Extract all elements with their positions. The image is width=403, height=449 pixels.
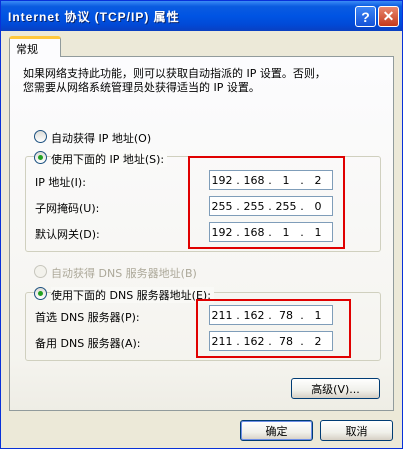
subnet-octet-3[interactable]: 255: [274, 200, 298, 213]
auto-ip-label[interactable]: 自动获得 IP 地址(O): [51, 130, 151, 146]
tab-general[interactable]: 常规: [9, 36, 61, 57]
preferred-dns-octet-1[interactable]: 211: [210, 309, 234, 322]
close-button[interactable]: ✕: [378, 6, 399, 27]
ip-dot: .: [268, 225, 272, 239]
auto-dns-radio: [34, 265, 47, 278]
alternate-dns-octet-1[interactable]: 211: [210, 335, 234, 348]
ip-dot: .: [236, 308, 240, 322]
auto-ip-radio[interactable]: [34, 130, 47, 143]
ip-dot: .: [268, 334, 272, 348]
ip-dot: .: [300, 225, 304, 239]
preferred-dns-field[interactable]: 211. 162. 78. 1: [209, 305, 333, 325]
ip-dot: .: [300, 308, 304, 322]
ip-dot: .: [300, 199, 304, 213]
ip-address-octet-4[interactable]: 2: [306, 174, 330, 187]
cancel-button[interactable]: 取消: [320, 420, 393, 441]
ip-dot: .: [236, 173, 240, 187]
help-icon: ?: [361, 8, 370, 25]
subnet-mask-field[interactable]: 255. 255. 255. 0: [209, 196, 333, 216]
manual-dns-label[interactable]: 使用下面的 DNS 服务器地址(E):: [51, 287, 214, 303]
gateway-octet-3[interactable]: 1: [274, 226, 298, 239]
alternate-dns-octet-3[interactable]: 78: [274, 335, 298, 348]
alternate-dns-octet-4[interactable]: 2: [306, 335, 330, 348]
ip-address-octet-1[interactable]: 192: [210, 174, 234, 187]
default-gateway-label: 默认网关(D):: [35, 228, 100, 241]
alternate-dns-octet-2[interactable]: 162: [242, 335, 266, 348]
ip-dot: .: [236, 199, 240, 213]
advanced-button[interactable]: 高级(V)...: [291, 378, 380, 399]
ok-button[interactable]: 确定: [240, 420, 313, 441]
advanced-button-label: 高级(V)...: [311, 382, 360, 396]
preferred-dns-octet-4[interactable]: 1: [306, 309, 330, 322]
default-gateway-field[interactable]: 192. 168. 1. 1: [209, 222, 333, 242]
manual-ip-radio[interactable]: [34, 151, 47, 164]
subnet-octet-4[interactable]: 0: [306, 200, 330, 213]
ip-address-field[interactable]: 192. 168. 1. 2: [209, 170, 333, 190]
title-bar[interactable]: Internet 协议 (TCP/IP) 属性 ? ✕: [1, 1, 402, 31]
manual-ip-label[interactable]: 使用下面的 IP 地址(S):: [51, 151, 168, 167]
gateway-octet-1[interactable]: 192: [210, 226, 234, 239]
window-title: Internet 协议 (TCP/IP) 属性: [8, 10, 180, 24]
preferred-dns-octet-3[interactable]: 78: [274, 309, 298, 322]
ip-dot: .: [268, 199, 272, 213]
ip-dot: .: [300, 173, 304, 187]
description-line-2: 您需要从网络系统管理员处获得适当的 IP 设置。: [23, 81, 260, 94]
alternate-dns-label: 备用 DNS 服务器(A):: [35, 337, 141, 350]
ip-address-octet-2[interactable]: 168: [242, 174, 266, 187]
cancel-button-label: 取消: [345, 424, 368, 438]
gateway-octet-2[interactable]: 168: [242, 226, 266, 239]
ip-address-octet-3[interactable]: 1: [274, 174, 298, 187]
auto-dns-label: 自动获得 DNS 服务器地址(B): [51, 267, 197, 280]
ip-dot: .: [268, 173, 272, 187]
preferred-dns-label: 首选 DNS 服务器(P):: [35, 311, 140, 324]
ip-dot: .: [236, 334, 240, 348]
gateway-octet-4[interactable]: 1: [306, 226, 330, 239]
close-icon: ✕: [382, 8, 395, 24]
description-text: 如果网络支持此功能，则可以获取自动指派的 IP 设置。否则， 您需要从网络系统管…: [23, 67, 383, 95]
subnet-octet-2[interactable]: 255: [242, 200, 266, 213]
subnet-octet-1[interactable]: 255: [210, 200, 234, 213]
ip-address-label: IP 地址(I):: [35, 176, 86, 189]
ok-button-label: 确定: [265, 424, 288, 438]
preferred-dns-octet-2[interactable]: 162: [242, 309, 266, 322]
dialog-window: Internet 协议 (TCP/IP) 属性 ? ✕ 常规 如果网络支持此功能…: [0, 0, 403, 449]
manual-dns-radio[interactable]: [34, 287, 47, 300]
description-line-1: 如果网络支持此功能，则可以获取自动指派的 IP 设置。否则，: [23, 67, 326, 80]
subnet-mask-label: 子网掩码(U):: [35, 202, 100, 215]
ip-dot: .: [236, 225, 240, 239]
alternate-dns-field[interactable]: 211. 162. 78. 2: [209, 331, 333, 351]
help-button[interactable]: ?: [355, 6, 376, 27]
ip-dot: .: [268, 308, 272, 322]
tab-general-label: 常规: [16, 43, 38, 56]
ip-dot: .: [300, 334, 304, 348]
